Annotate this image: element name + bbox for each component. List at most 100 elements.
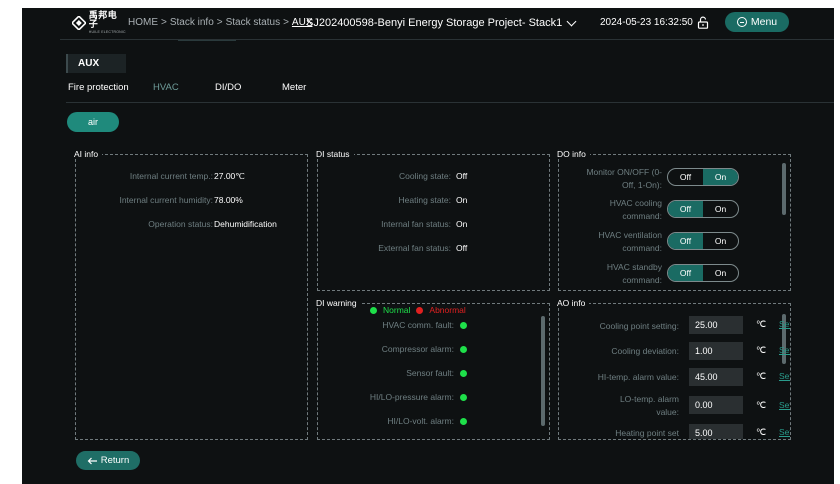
tab-meter[interactable]: Meter <box>282 82 306 93</box>
di-status-value: Off <box>456 171 468 181</box>
menu-label: Menu <box>750 16 778 28</box>
return-label: Return <box>100 455 130 466</box>
tab-fire-protection[interactable]: Fire protection <box>68 82 129 93</box>
panel-title: DO info <box>557 149 590 159</box>
ai-label: Operation status: <box>148 219 213 229</box>
status-dot <box>460 418 467 425</box>
di-status-panel: DI status Cooling state: Off Heating sta… <box>316 149 550 291</box>
set-link[interactable]: Set <box>779 319 790 329</box>
set-link[interactable]: Set <box>779 371 790 381</box>
di-status-value: On <box>456 195 468 205</box>
di-status-label: External fan status: <box>378 243 451 253</box>
standby-command-toggle[interactable]: Off On <box>667 264 739 282</box>
ao-input[interactable]: 1.00 <box>689 342 743 360</box>
ao-info-panel: Cooling point setting: 25.00 ℃ Set Cooli… <box>558 303 791 440</box>
air-button[interactable]: air <box>67 112 119 132</box>
breadcrumb-separator: > <box>216 17 223 28</box>
tab-di-do[interactable]: DI/DO <box>215 82 241 93</box>
warning-scrollbar[interactable] <box>541 316 545 426</box>
do-label: HVAC ventilation command: <box>598 230 662 253</box>
di-status-label: Heating state: <box>398 195 451 205</box>
breadcrumb-stack-status[interactable]: Stack status <box>226 17 280 28</box>
di-status-label: Internal fan status: <box>381 219 451 229</box>
status-dot <box>460 346 467 353</box>
toggle-off[interactable]: Off <box>668 233 703 249</box>
ai-value: 78.00% <box>214 195 243 205</box>
warning-label: HVAC comm. fault: <box>382 320 454 330</box>
lock-icon[interactable] <box>697 16 709 29</box>
toggle-on[interactable]: On <box>703 169 738 185</box>
abnormal-dot <box>416 306 424 314</box>
app-window: 禹邦电子 HUILE ELECTRONIC HOME > Stack info … <box>22 8 834 484</box>
di-status-label: Cooling state: <box>399 171 451 181</box>
di-warning-panel: HVAC comm. fault: Compressor alarm: Sens… <box>317 303 550 440</box>
ao-input[interactable]: 25.00 <box>689 316 743 334</box>
toggle-off[interactable]: Off <box>668 201 703 217</box>
breadcrumb: HOME > Stack info > Stack status > AUX <box>128 17 312 28</box>
panel-title: AI info <box>74 149 103 159</box>
ventilation-command-toggle[interactable]: Off On <box>667 232 739 250</box>
header-divider <box>60 39 834 40</box>
warning-label: Compressor alarm: <box>381 344 454 354</box>
logo-mark-icon <box>72 16 86 30</box>
status-dot <box>460 370 467 377</box>
legend-normal: Normal <box>383 305 411 315</box>
set-link[interactable]: Set <box>779 345 790 355</box>
datetime: 2024-05-23 16:32:50 <box>600 17 693 28</box>
ao-label: Cooling deviation: <box>611 346 679 356</box>
logo-text: 禹邦电子 <box>88 10 118 30</box>
do-scrollbar[interactable] <box>782 163 786 215</box>
set-link[interactable]: Set <box>779 427 790 437</box>
arrow-left-icon <box>87 457 97 464</box>
toggle-on[interactable]: On <box>703 265 738 281</box>
top-bar: 禹邦电子 HUILE ELECTRONIC HOME > Stack info … <box>22 8 834 41</box>
do-label: HVAC cooling command: <box>609 198 662 221</box>
ai-info-panel: AI info Internal current temp.: 27.00℃ I… <box>74 149 308 440</box>
warning-label: Sensor fault: <box>406 368 454 378</box>
ao-label: Heating point set <box>615 428 679 438</box>
set-link[interactable]: Set <box>779 400 790 410</box>
unit-label: ℃ <box>756 400 767 410</box>
ao-label: Cooling point setting: <box>599 321 679 331</box>
di-status-value: Off <box>456 243 468 253</box>
unit-label: ℃ <box>756 345 767 355</box>
unit-label: ℃ <box>756 371 767 381</box>
breadcrumb-home[interactable]: HOME <box>128 17 158 28</box>
section-title: AUX <box>66 54 126 73</box>
status-dot <box>460 394 467 401</box>
breadcrumb-separator: > <box>283 17 289 28</box>
panel-title: DI warning <box>316 298 361 308</box>
warning-legend: Normal Abnormal <box>370 305 470 315</box>
cooling-command-toggle[interactable]: Off On <box>667 200 739 218</box>
return-button[interactable]: Return <box>76 451 140 470</box>
unit-label: ℃ <box>756 427 767 437</box>
warning-label: HI/LO-volt. alarm: <box>387 416 454 426</box>
di-status-value: On <box>456 219 468 229</box>
project-selector[interactable]: SJ202400598-Benyi Energy Storage Project… <box>306 16 577 29</box>
toggle-on[interactable]: On <box>703 201 738 217</box>
menu-button[interactable]: Menu <box>725 12 789 32</box>
logo-subtext: HUILE ELECTRONIC <box>88 29 126 34</box>
legend-abnormal: Abnormal <box>429 305 466 315</box>
tabs-divider <box>66 102 834 103</box>
ao-label: LO-temp. alarm value: <box>619 394 679 417</box>
ao-label: HI-temp. alarm value: <box>597 372 679 382</box>
tab-hvac[interactable]: HVAC <box>153 82 179 93</box>
toggle-on[interactable]: On <box>703 233 738 249</box>
ai-label: Internal current humidity: <box>119 195 213 205</box>
breadcrumb-stack-info[interactable]: Stack info <box>170 17 214 28</box>
menu-icon <box>736 17 747 27</box>
company-logo: 禹邦电子 HUILE ELECTRONIC <box>72 10 126 34</box>
breadcrumb-separator: > <box>161 17 167 28</box>
panel-title: DI status <box>316 149 354 159</box>
ao-input[interactable]: 0.00 <box>689 396 743 414</box>
project-name: SJ202400598-Benyi Energy Storage Project… <box>306 17 563 29</box>
toggle-off[interactable]: Off <box>668 265 703 281</box>
do-label: Monitor ON/OFF (0- Off, 1-On): <box>586 167 662 190</box>
ao-input[interactable]: 45.00 <box>689 368 743 386</box>
ai-label: Internal current temp.: <box>129 171 213 181</box>
ao-input[interactable]: 5.00 <box>689 424 743 439</box>
toggle-off[interactable]: Off <box>668 169 703 185</box>
monitor-toggle[interactable]: Off On <box>667 168 739 186</box>
normal-dot <box>370 306 377 314</box>
